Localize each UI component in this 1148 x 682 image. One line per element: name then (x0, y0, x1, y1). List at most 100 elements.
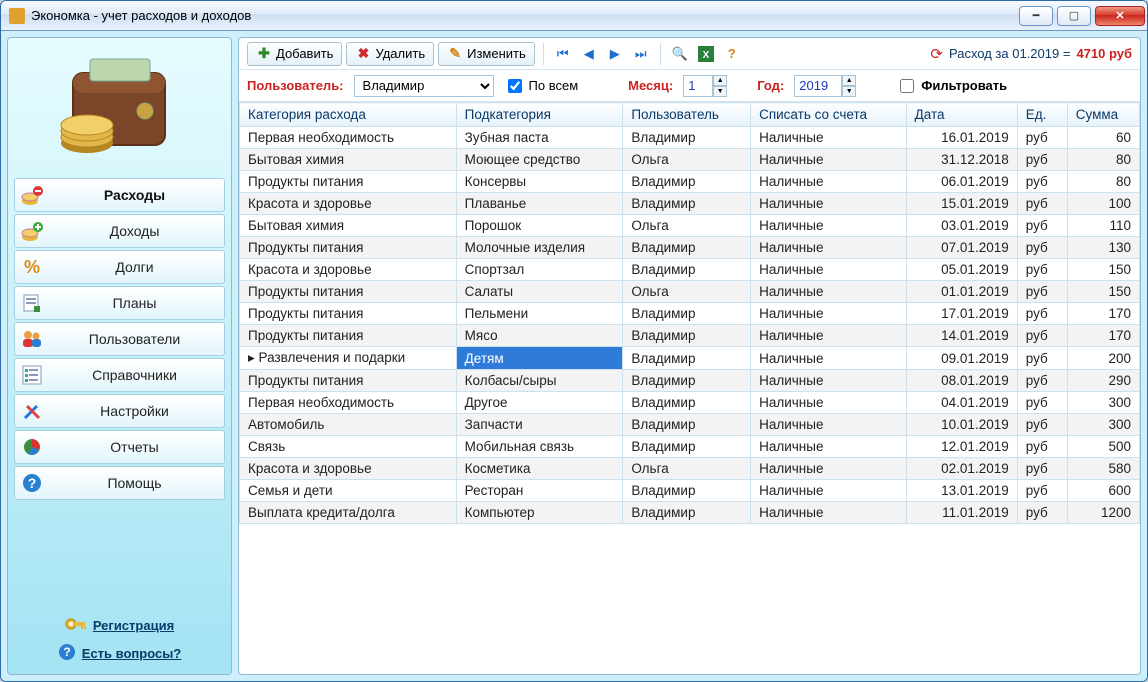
cell-cat[interactable]: Продукты питания (240, 370, 457, 392)
cell-date[interactable]: 31.12.2018 (906, 149, 1017, 171)
filter-checkbox[interactable]: Фильтровать (896, 76, 1007, 96)
questions-link[interactable]: ? Есть вопросы? (14, 639, 225, 668)
table-row[interactable]: Семья и детиРесторанВладимирНаличные13.0… (240, 480, 1140, 502)
table-row[interactable]: АвтомобильЗапчастиВладимирНаличные10.01.… (240, 414, 1140, 436)
cell-date[interactable]: 15.01.2019 (906, 193, 1017, 215)
cell-unit[interactable]: руб (1017, 480, 1067, 502)
cell-date[interactable]: 01.01.2019 (906, 281, 1017, 303)
cell-acct[interactable]: Наличные (751, 436, 907, 458)
cell-date[interactable]: 10.01.2019 (906, 414, 1017, 436)
cell-sum[interactable]: 150 (1067, 259, 1139, 281)
cell-sum[interactable]: 300 (1067, 392, 1139, 414)
cell-cat[interactable]: Продукты питания (240, 237, 457, 259)
cell-unit[interactable]: руб (1017, 127, 1067, 149)
cell-date[interactable]: 06.01.2019 (906, 171, 1017, 193)
cell-sum[interactable]: 200 (1067, 347, 1139, 370)
cell-unit[interactable]: руб (1017, 325, 1067, 347)
col-user[interactable]: Пользователь (623, 103, 751, 127)
cell-cat[interactable]: Развлечения и подарки (240, 347, 457, 370)
sidebar-item-income[interactable]: Доходы (14, 214, 225, 248)
cell-acct[interactable]: Наличные (751, 414, 907, 436)
delete-button[interactable]: ✖ Удалить (346, 42, 434, 66)
cell-acct[interactable]: Наличные (751, 370, 907, 392)
cell-cat[interactable]: Выплата кредита/долга (240, 502, 457, 524)
cell-sum[interactable]: 110 (1067, 215, 1139, 237)
cell-sum[interactable]: 600 (1067, 480, 1139, 502)
cell-acct[interactable]: Наличные (751, 303, 907, 325)
cell-user[interactable]: Владимир (623, 259, 751, 281)
cell-date[interactable]: 04.01.2019 (906, 392, 1017, 414)
cell-cat[interactable]: Первая необходимость (240, 127, 457, 149)
cell-unit[interactable]: руб (1017, 259, 1067, 281)
cell-subcat[interactable]: Колбасы/сыры (456, 370, 623, 392)
cell-user[interactable]: Владимир (623, 436, 751, 458)
cell-subcat[interactable]: Компьютер (456, 502, 623, 524)
sidebar-item-directories[interactable]: Справочники (14, 358, 225, 392)
cell-user[interactable]: Владимир (623, 480, 751, 502)
col-category[interactable]: Категория расхода (240, 103, 457, 127)
cell-date[interactable]: 05.01.2019 (906, 259, 1017, 281)
sidebar-item-plans[interactable]: Планы (14, 286, 225, 320)
cell-unit[interactable]: руб (1017, 281, 1067, 303)
cell-sum[interactable]: 80 (1067, 171, 1139, 193)
sidebar-item-reports[interactable]: Отчеты (14, 430, 225, 464)
cell-subcat[interactable]: Салаты (456, 281, 623, 303)
cell-cat[interactable]: Продукты питания (240, 303, 457, 325)
sidebar-item-debts[interactable]: % Долги (14, 250, 225, 284)
table-row[interactable]: Красота и здоровьеСпортзалВладимирНаличн… (240, 259, 1140, 281)
cell-sum[interactable]: 290 (1067, 370, 1139, 392)
cell-user[interactable]: Владимир (623, 414, 751, 436)
cell-acct[interactable]: Наличные (751, 127, 907, 149)
cell-acct[interactable]: Наличные (751, 171, 907, 193)
col-account[interactable]: Списать со счета (751, 103, 907, 127)
table-row[interactable]: Бытовая химияПорошокОльгаНаличные03.01.2… (240, 215, 1140, 237)
register-link[interactable]: Регистрация (14, 612, 225, 639)
cell-unit[interactable]: руб (1017, 458, 1067, 480)
cell-subcat[interactable]: Косметика (456, 458, 623, 480)
table-row[interactable]: Бытовая химияМоющее средствоОльгаНаличны… (240, 149, 1140, 171)
cell-cat[interactable]: Красота и здоровье (240, 458, 457, 480)
cell-acct[interactable]: Наличные (751, 149, 907, 171)
cell-user[interactable]: Владимир (623, 303, 751, 325)
maximize-button[interactable]: ▢ (1057, 6, 1091, 26)
close-button[interactable]: ✕ (1095, 6, 1145, 26)
cell-user[interactable]: Владимир (623, 347, 751, 370)
table-row[interactable]: Продукты питанияПельмениВладимирНаличные… (240, 303, 1140, 325)
user-select[interactable]: Владимир (354, 75, 494, 97)
col-unit[interactable]: Ед. (1017, 103, 1067, 127)
cell-sum[interactable]: 150 (1067, 281, 1139, 303)
cell-subcat[interactable]: Моющее средство (456, 149, 623, 171)
cell-user[interactable]: Владимир (623, 392, 751, 414)
nav-next-button[interactable]: ▶ (604, 43, 626, 65)
cell-subcat[interactable]: Запчасти (456, 414, 623, 436)
cell-date[interactable]: 17.01.2019 (906, 303, 1017, 325)
table-row[interactable]: Продукты питанияМясоВладимирНаличные14.0… (240, 325, 1140, 347)
cell-acct[interactable]: Наличные (751, 480, 907, 502)
month-input[interactable] (683, 75, 713, 97)
cell-sum[interactable]: 170 (1067, 325, 1139, 347)
cell-subcat[interactable]: Другое (456, 392, 623, 414)
month-down[interactable]: ▼ (713, 86, 727, 97)
cell-cat[interactable]: Бытовая химия (240, 215, 457, 237)
cell-date[interactable]: 13.01.2019 (906, 480, 1017, 502)
cell-subcat[interactable]: Ресторан (456, 480, 623, 502)
cell-subcat[interactable]: Зубная паста (456, 127, 623, 149)
cell-cat[interactable]: Связь (240, 436, 457, 458)
add-button[interactable]: ✚ Добавить (247, 42, 342, 66)
cell-subcat[interactable]: Порошок (456, 215, 623, 237)
col-subcategory[interactable]: Подкатегория (456, 103, 623, 127)
help2-button[interactable]: ? (721, 43, 743, 65)
cell-subcat[interactable]: Мясо (456, 325, 623, 347)
cell-subcat[interactable]: Спортзал (456, 259, 623, 281)
table-row[interactable]: Продукты питанияМолочные изделияВладимир… (240, 237, 1140, 259)
cell-user[interactable]: Владимир (623, 127, 751, 149)
col-sum[interactable]: Сумма (1067, 103, 1139, 127)
year-up[interactable]: ▲ (842, 75, 856, 86)
table-row[interactable]: Продукты питанияКонсервыВладимирНаличные… (240, 171, 1140, 193)
cell-acct[interactable]: Наличные (751, 347, 907, 370)
table-row[interactable]: Красота и здоровьеКосметикаОльгаНаличные… (240, 458, 1140, 480)
cell-sum[interactable]: 500 (1067, 436, 1139, 458)
table-row[interactable]: Первая необходимостьЗубная пастаВладимир… (240, 127, 1140, 149)
search-button[interactable]: 🔍 (669, 43, 691, 65)
cell-acct[interactable]: Наличные (751, 193, 907, 215)
